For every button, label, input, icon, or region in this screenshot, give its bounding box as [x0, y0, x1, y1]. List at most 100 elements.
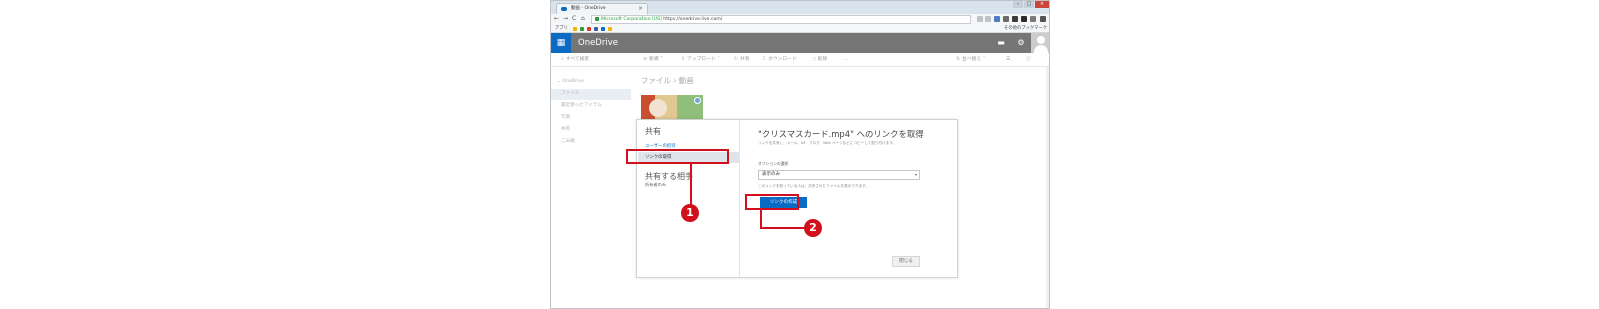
sort-icon: ⇅: [956, 57, 961, 62]
new-command[interactable]: ⊕ 新規 ˅: [643, 53, 663, 67]
search-icon[interactable]: [977, 16, 983, 22]
onedrive-header: ▦ OneDrive ▬ ⚙: [551, 33, 1049, 53]
permission-note: このリンクを知っている人は、共有されたファイルを表示できます。: [758, 184, 869, 188]
window-close-button[interactable]: ×: [1035, 1, 1049, 8]
tab-title: 動画 - OneDrive: [571, 6, 606, 11]
url-input[interactable]: Microsoft Corporation [US] https://onedr…: [591, 15, 971, 24]
more-command[interactable]: …: [843, 53, 848, 67]
info-icon[interactable]: ⓘ: [1026, 53, 1031, 67]
download-command[interactable]: ↧ ダウンロード: [762, 53, 797, 67]
share-dialog-title: 共有: [645, 127, 661, 136]
step-badge-1: 1: [681, 204, 699, 222]
extension-icon[interactable]: [1030, 16, 1036, 22]
chat-icon[interactable]: ▬: [991, 33, 1011, 53]
bookmark-icon[interactable]: [580, 27, 584, 31]
bookmark-icon[interactable]: [594, 27, 598, 31]
search-command[interactable]: ⌕ すべて検索: [561, 53, 589, 67]
nav-item-recent[interactable]: 最近使ったアイテム: [561, 101, 602, 111]
bookmark-apps[interactable]: アプリ: [555, 25, 568, 33]
minimize-button[interactable]: –: [1013, 1, 1023, 8]
get-link-title: "クリスマスカード.mp4" へのリンクを取得: [758, 129, 924, 139]
step-badge-2: 2: [804, 219, 822, 237]
nav-root[interactable]: ⌄ OneDrive: [557, 77, 584, 87]
home-button[interactable]: ⌂: [581, 15, 585, 22]
forward-button[interactable]: →: [563, 15, 568, 22]
maximize-button[interactable]: □: [1024, 1, 1034, 8]
back-button[interactable]: ←: [554, 15, 559, 22]
nav-item-photos[interactable]: 写真: [561, 113, 570, 123]
brand-title[interactable]: OneDrive: [578, 33, 618, 53]
bookmark-icon[interactable]: [573, 27, 577, 31]
tab-close-icon[interactable]: ×: [638, 4, 643, 14]
lock-icon: [595, 17, 599, 21]
breadcrumb: ファイル › 動画: [641, 75, 694, 86]
app-launcher-icon[interactable]: ▦: [551, 33, 571, 53]
secure-origin-label: Microsoft Corporation [US]: [601, 17, 662, 22]
left-nav: ⌄ OneDrive ファイル 最近使ったアイテム 写真 共有 ごみ箱: [551, 67, 631, 308]
plus-icon: ⊕: [643, 57, 648, 62]
bookmark-icon[interactable]: [587, 27, 591, 31]
scrollbar[interactable]: [1046, 67, 1049, 308]
other-bookmarks[interactable]: その他のブックマーク: [1004, 25, 1047, 33]
upload-command[interactable]: ↥ アップロード ˅: [681, 53, 720, 67]
download-label: ダウンロード: [768, 57, 797, 62]
highlight-get-link: [626, 149, 729, 164]
search-label: すべて検索: [565, 57, 590, 62]
extension-icon[interactable]: [1021, 16, 1027, 22]
highlight-create-link: [745, 194, 799, 210]
extension-icon[interactable]: [1012, 16, 1018, 22]
tab-strip: 動画 - OneDrive × – □ ×: [551, 1, 1049, 14]
settings-icon[interactable]: ⚙: [1011, 33, 1031, 53]
leader-line-2b: [760, 227, 805, 229]
breadcrumb-videos: 動画: [678, 76, 694, 85]
nav-item-files[interactable]: ファイル: [561, 89, 579, 99]
select-checkbox-icon[interactable]: [694, 97, 701, 104]
onedrive-favicon-icon: [561, 7, 567, 11]
avatar[interactable]: [1031, 33, 1049, 53]
sort-label: 並べ替え: [962, 57, 982, 62]
menu-icon[interactable]: [1040, 16, 1046, 22]
nav-root-label: OneDrive: [562, 79, 584, 84]
share-label: 共有: [740, 57, 750, 62]
share-command[interactable]: ↻ 共有: [734, 53, 750, 67]
shared-with-heading: 共有する相手: [645, 172, 693, 181]
url-text: https://onedrive.live.com/: [663, 17, 723, 22]
command-bar: ⌕ すべて検索 ⊕ 新規 ˅ ↥ アップロード ˅ ↻ 共有 ↧ ダウンロード ▯ 削除 ……: [551, 53, 1049, 67]
extension-icon[interactable]: [994, 16, 1000, 22]
trash-icon: ▯: [813, 57, 816, 62]
new-label: 新規: [649, 57, 659, 62]
sort-command[interactable]: ⇅ 並べ替え ˅: [956, 53, 985, 67]
star-icon[interactable]: [985, 16, 991, 22]
nav-item-shared[interactable]: 共有: [561, 125, 570, 135]
browser-window: 動画 - OneDrive × – □ × ← → C ⌂ Microsoft …: [550, 0, 1050, 309]
share-dialog-sidebar: 共有 ユーザーの招待 リンクの取得 共有する相手 所有者のみ: [637, 120, 740, 277]
leader-line-1: [690, 164, 692, 205]
share-icon: ↻: [734, 57, 739, 62]
delete-label: 削除: [817, 57, 828, 62]
upload-label: アップロード: [687, 57, 716, 62]
chevron-down-icon: ▾: [914, 172, 917, 177]
download-icon: ↧: [762, 57, 767, 62]
owner-only-text: 所有者のみ: [645, 182, 666, 187]
address-bar: ← → C ⌂ Microsoft Corporation [US] https…: [551, 14, 1049, 25]
browser-tab[interactable]: 動画 - OneDrive ×: [556, 3, 648, 14]
extension-icon[interactable]: [1003, 16, 1009, 22]
option-label: オプションの選択: [758, 161, 789, 166]
close-button[interactable]: 閉じる: [892, 256, 920, 267]
upload-icon: ↥: [681, 57, 686, 62]
permission-select-value: 表示のみ: [762, 172, 780, 177]
leader-line-2a: [760, 210, 762, 228]
reload-button[interactable]: C: [572, 15, 576, 22]
search-icon: ⌕: [561, 57, 564, 62]
breadcrumb-files[interactable]: ファイル: [641, 76, 671, 85]
permission-select[interactable]: 表示のみ ▾: [758, 170, 920, 180]
get-link-description: リンクを共有し、メール、IM、ブログ、Web ページなどにコピーして貼り付けます…: [758, 141, 897, 145]
bookmark-icon[interactable]: [601, 27, 605, 31]
bookmarks-bar: アプリ その他のブックマーク: [551, 25, 1049, 33]
video-thumbnail[interactable]: [641, 95, 703, 121]
bookmark-icon[interactable]: [608, 27, 612, 31]
delete-command[interactable]: ▯ 削除: [813, 53, 827, 67]
nav-item-recycle-bin[interactable]: ごみ箱: [561, 137, 575, 147]
window-controls: – □ ×: [1012, 1, 1049, 9]
view-toggle-icon[interactable]: ☰: [1006, 53, 1010, 67]
